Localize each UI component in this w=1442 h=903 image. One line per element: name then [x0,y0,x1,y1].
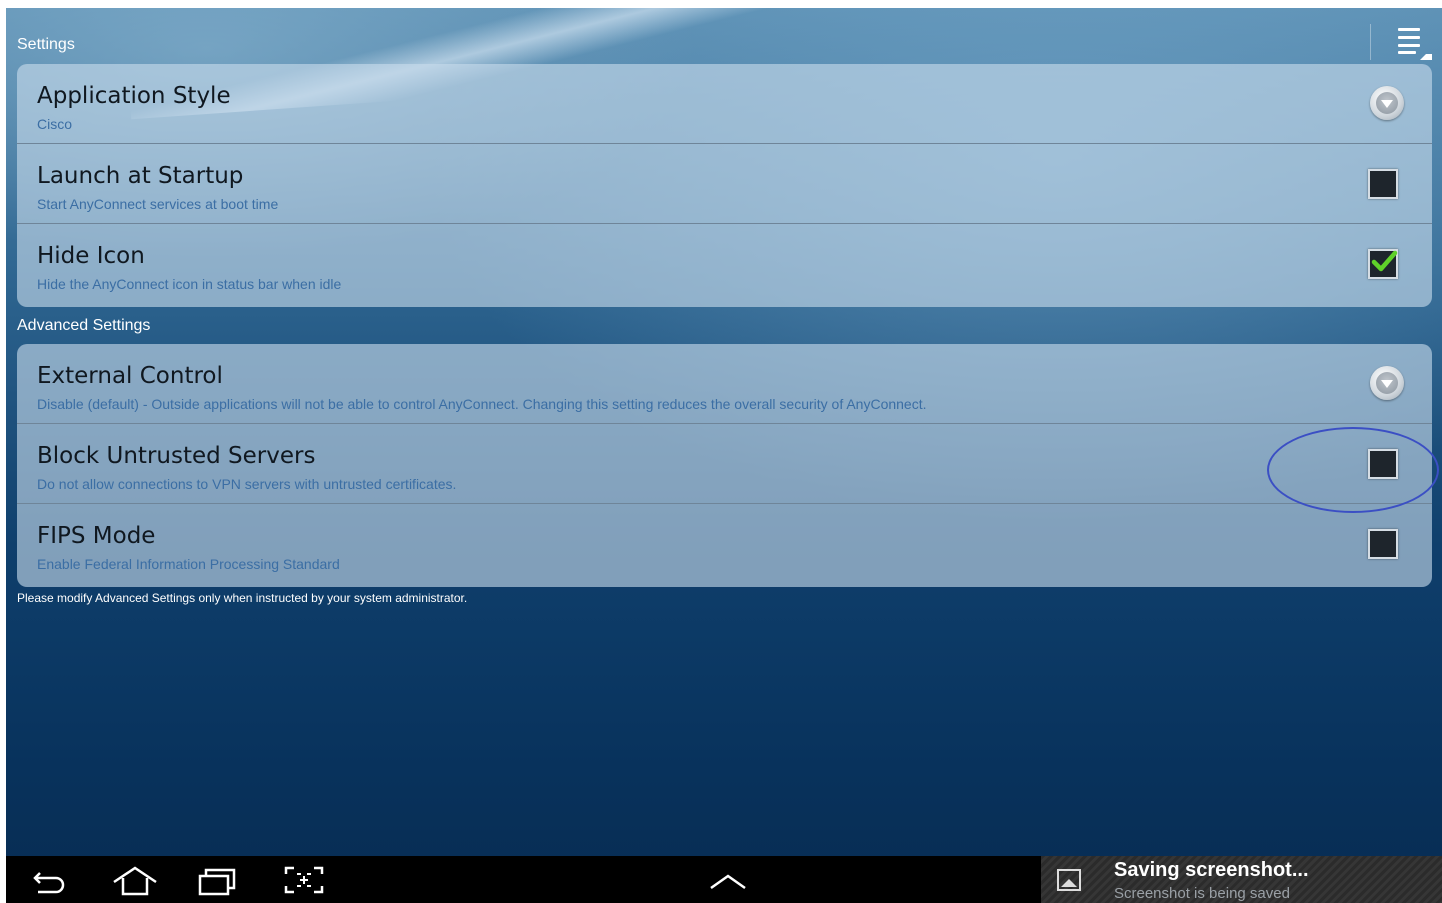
home-icon[interactable] [110,864,157,896]
hide-icon-checkbox[interactable] [1368,249,1398,279]
setting-subtitle: Do not allow connections to VPN servers … [37,476,457,492]
settings-section-label: Settings [17,36,75,53]
setting-external-control[interactable]: External Control Disable (default) - Out… [17,344,1432,423]
setting-fips-mode[interactable]: FIPS Mode Enable Federal Information Pro… [17,503,1432,583]
recent-apps-icon[interactable] [196,864,240,896]
setting-title: Application Style [37,83,231,109]
advanced-settings-section-label: Advanced Settings [17,317,151,334]
launch-at-startup-checkbox[interactable] [1368,169,1398,199]
settings-panel: Application Style Cisco Launch at Startu… [17,64,1432,307]
screenshot-notification[interactable]: Saving screenshot... Screenshot is being… [1041,856,1442,903]
screenshot-icon[interactable] [282,864,326,896]
setting-subtitle: Disable (default) - Outside applications… [37,396,927,412]
chevron-up-icon[interactable] [706,864,750,896]
setting-application-style[interactable]: Application Style Cisco [17,64,1432,143]
back-icon[interactable] [28,864,72,896]
fips-mode-checkbox[interactable] [1368,529,1398,559]
setting-subtitle: Enable Federal Information Processing St… [37,556,340,572]
notification-title: Saving screenshot... [1114,859,1309,881]
advanced-settings-note: Please modify Advanced Settings only whe… [17,591,468,605]
setting-title: External Control [37,363,223,389]
notification-subtitle: Screenshot is being saved [1114,885,1290,902]
advanced-settings-panel: External Control Disable (default) - Out… [17,344,1432,587]
checkmark-icon [1371,250,1398,272]
header-divider [1370,24,1371,60]
setting-title: Launch at Startup [37,163,244,189]
setting-subtitle: Start AnyConnect services at boot time [37,196,279,212]
overflow-menu-icon[interactable] [1398,26,1432,60]
image-icon [1057,869,1081,891]
setting-title: Hide Icon [37,243,145,269]
setting-launch-at-startup[interactable]: Launch at Startup Start AnyConnect servi… [17,143,1432,223]
setting-subtitle: Cisco [37,116,73,132]
setting-block-untrusted-servers[interactable]: Block Untrusted Servers Do not allow con… [17,423,1432,503]
setting-subtitle: Hide the AnyConnect icon in status bar w… [37,276,342,292]
setting-title: FIPS Mode [37,523,156,549]
setting-hide-icon[interactable]: Hide Icon Hide the AnyConnect icon in st… [17,223,1432,303]
dropdown-arrow-icon[interactable] [1370,86,1404,120]
screen: Settings Application Style Cisco Launch … [6,8,1442,903]
setting-title: Block Untrusted Servers [37,443,316,469]
dropdown-arrow-icon[interactable] [1370,366,1404,400]
block-untrusted-servers-checkbox[interactable] [1368,449,1398,479]
